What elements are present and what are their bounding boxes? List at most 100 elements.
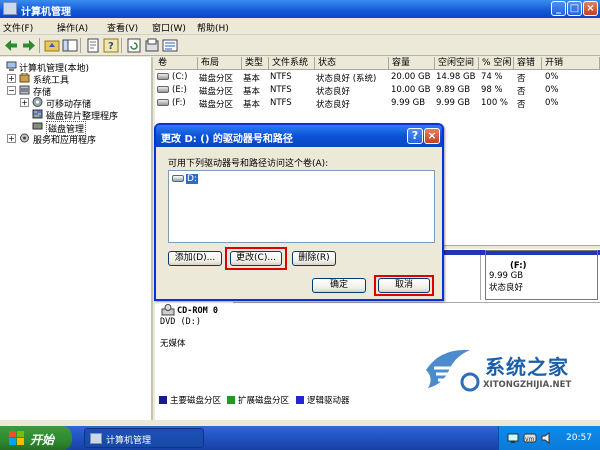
table-cell-capacity: 9.99 GB xyxy=(391,98,426,108)
table-cell-volume[interactable]: (C:) xyxy=(172,72,187,82)
taskbar-item-computer-management[interactable]: 计算机管理 xyxy=(84,428,204,448)
menu-file[interactable]: 文件(F) xyxy=(3,21,33,34)
table-cell-layout: 磁盘分区 xyxy=(199,100,234,110)
disk-management-icon xyxy=(32,122,43,130)
taskbar: 开始 计算机管理 vm 20:57 xyxy=(0,426,600,450)
start-label: 开始 xyxy=(30,433,55,447)
column-header-overhead[interactable]: 开销 xyxy=(542,57,600,70)
table-cell-fault: 否 xyxy=(517,74,526,84)
collapse-toggle[interactable]: − xyxy=(7,86,16,95)
clock[interactable]: 20:57 xyxy=(566,433,592,443)
network-icon[interactable] xyxy=(507,432,519,444)
cdrom-media: 无媒体 xyxy=(160,339,186,349)
cdrom-type: DVD (D:) xyxy=(160,317,201,327)
column-header-type[interactable]: 类型 xyxy=(242,57,269,70)
legend-label-extended: 扩展磁盘分区 xyxy=(238,396,290,406)
drive-path-list[interactable]: D: xyxy=(168,170,435,243)
storage-icon xyxy=(19,85,30,95)
table-cell-free: 9.89 GB xyxy=(436,85,471,95)
system-tray: vm 20:57 xyxy=(498,426,600,450)
partition-divider xyxy=(480,255,481,300)
refresh-icon[interactable] xyxy=(126,38,142,53)
close-button[interactable]: × xyxy=(583,1,598,16)
cdrom-icon xyxy=(161,304,175,316)
computer-icon xyxy=(6,61,17,71)
minimize-button[interactable]: _ xyxy=(551,1,566,16)
up-folder-icon[interactable] xyxy=(44,38,60,53)
legend-swatch-primary xyxy=(159,396,167,404)
table-cell-capacity: 20.00 GB xyxy=(391,72,431,82)
properties-icon[interactable] xyxy=(85,38,101,53)
toolbar-separator xyxy=(121,38,122,53)
table-cell-fault: 否 xyxy=(517,87,526,97)
drive-path-item[interactable]: D: xyxy=(186,174,198,184)
menu-action[interactable]: 操作(A) xyxy=(57,21,88,34)
table-cell-fault: 否 xyxy=(517,100,526,110)
highlight-box xyxy=(374,275,434,296)
dialog-prompt: 可用下列驱动器号和路径访问这个卷(A): xyxy=(168,159,329,169)
column-header-layout[interactable]: 布局 xyxy=(198,57,242,70)
table-cell-pct: 100 % xyxy=(481,98,509,108)
ok-button[interactable]: 确定 xyxy=(312,278,366,293)
forward-arrow-icon[interactable] xyxy=(21,38,37,53)
column-header-capacity[interactable]: 容量 xyxy=(389,57,435,70)
dialog-help-button[interactable]: ? xyxy=(407,128,423,144)
legend-swatch-extended xyxy=(227,396,235,404)
taskbar-item-label: 计算机管理 xyxy=(106,436,152,446)
tree-item-services[interactable]: 服务和应用程序 xyxy=(33,133,96,146)
delete-button[interactable]: 删除(R) xyxy=(292,251,336,266)
back-arrow-icon[interactable] xyxy=(3,38,19,53)
table-cell-capacity: 10.00 GB xyxy=(391,85,431,95)
menu-view[interactable]: 查看(V) xyxy=(107,21,138,34)
add-button[interactable]: 添加(D)... xyxy=(168,251,222,266)
watermark-name: 系统之家 xyxy=(485,355,569,379)
dialog-title-bar: 更改 D: () 的驱动器号和路径 ? × xyxy=(156,125,442,147)
table-cell-volume[interactable]: (F:) xyxy=(172,98,186,108)
menu-help[interactable]: 帮助(H) xyxy=(197,21,229,34)
highlight-box xyxy=(225,247,287,270)
watermark: 系统之家 XITONGZHIJIA.NET xyxy=(420,342,600,402)
vm-tools-icon[interactable]: vm xyxy=(523,432,537,444)
column-header-volume[interactable]: 卷 xyxy=(155,57,198,70)
drive-icon xyxy=(157,99,169,106)
options-icon[interactable] xyxy=(162,38,178,53)
table-cell-filesystem: NTFS xyxy=(270,72,292,82)
show-hide-tree-icon[interactable] xyxy=(62,38,78,53)
column-header-fault-tolerance[interactable]: 容错 xyxy=(514,57,542,70)
column-header-status[interactable]: 状态 xyxy=(315,57,389,70)
expand-toggle[interactable]: + xyxy=(20,98,29,107)
windows-logo-icon xyxy=(9,431,24,445)
site-logo-icon xyxy=(426,349,480,392)
table-cell-layout: 磁盘分区 xyxy=(199,87,234,97)
expand-toggle[interactable]: + xyxy=(7,74,16,83)
partition-f-size: 9.99 GB xyxy=(489,271,524,281)
window-title-bar: 计算机管理 _ □ × xyxy=(0,0,600,18)
table-cell-volume[interactable]: (E:) xyxy=(172,85,187,95)
column-header-pct-free[interactable]: % 空闲 xyxy=(479,57,514,70)
partition-f-label: (F:) xyxy=(510,261,527,271)
table-cell-free: 9.99 GB xyxy=(436,98,471,108)
table-cell-type: 基本 xyxy=(243,74,261,84)
table-cell-status: 状态良好 (系统) xyxy=(316,74,377,84)
change-drive-letter-dialog: 更改 D: () 的驱动器号和路径 ? × 可用下列驱动器号和路径访问这个卷(A… xyxy=(154,123,444,301)
watermark-url: XITONGZHIJIA.NET xyxy=(483,380,572,390)
partition-f-status: 状态良好 xyxy=(489,283,524,293)
column-header-filesystem[interactable]: 文件系统 xyxy=(269,57,315,70)
export-list-icon[interactable] xyxy=(144,38,160,53)
drive-icon xyxy=(157,73,169,80)
table-cell-type: 基本 xyxy=(243,100,261,110)
table-cell-status: 状态良好 xyxy=(316,87,351,97)
menu-window[interactable]: 窗口(W) xyxy=(152,21,186,34)
expand-toggle[interactable]: + xyxy=(7,134,16,143)
defrag-icon xyxy=(32,109,43,119)
volume-icon[interactable] xyxy=(541,432,553,444)
table-cell-pct: 74 % xyxy=(481,72,503,82)
table-cell-overhead: 0% xyxy=(545,72,559,82)
maximize-button[interactable]: □ xyxy=(567,1,582,16)
dialog-close-button[interactable]: × xyxy=(424,128,440,144)
help-icon[interactable]: ? xyxy=(103,38,119,53)
table-cell-pct: 98 % xyxy=(481,85,503,95)
column-header-free-space[interactable]: 空闲空间 xyxy=(435,57,479,70)
removable-storage-icon xyxy=(32,97,43,107)
start-button[interactable]: 开始 xyxy=(0,426,72,450)
